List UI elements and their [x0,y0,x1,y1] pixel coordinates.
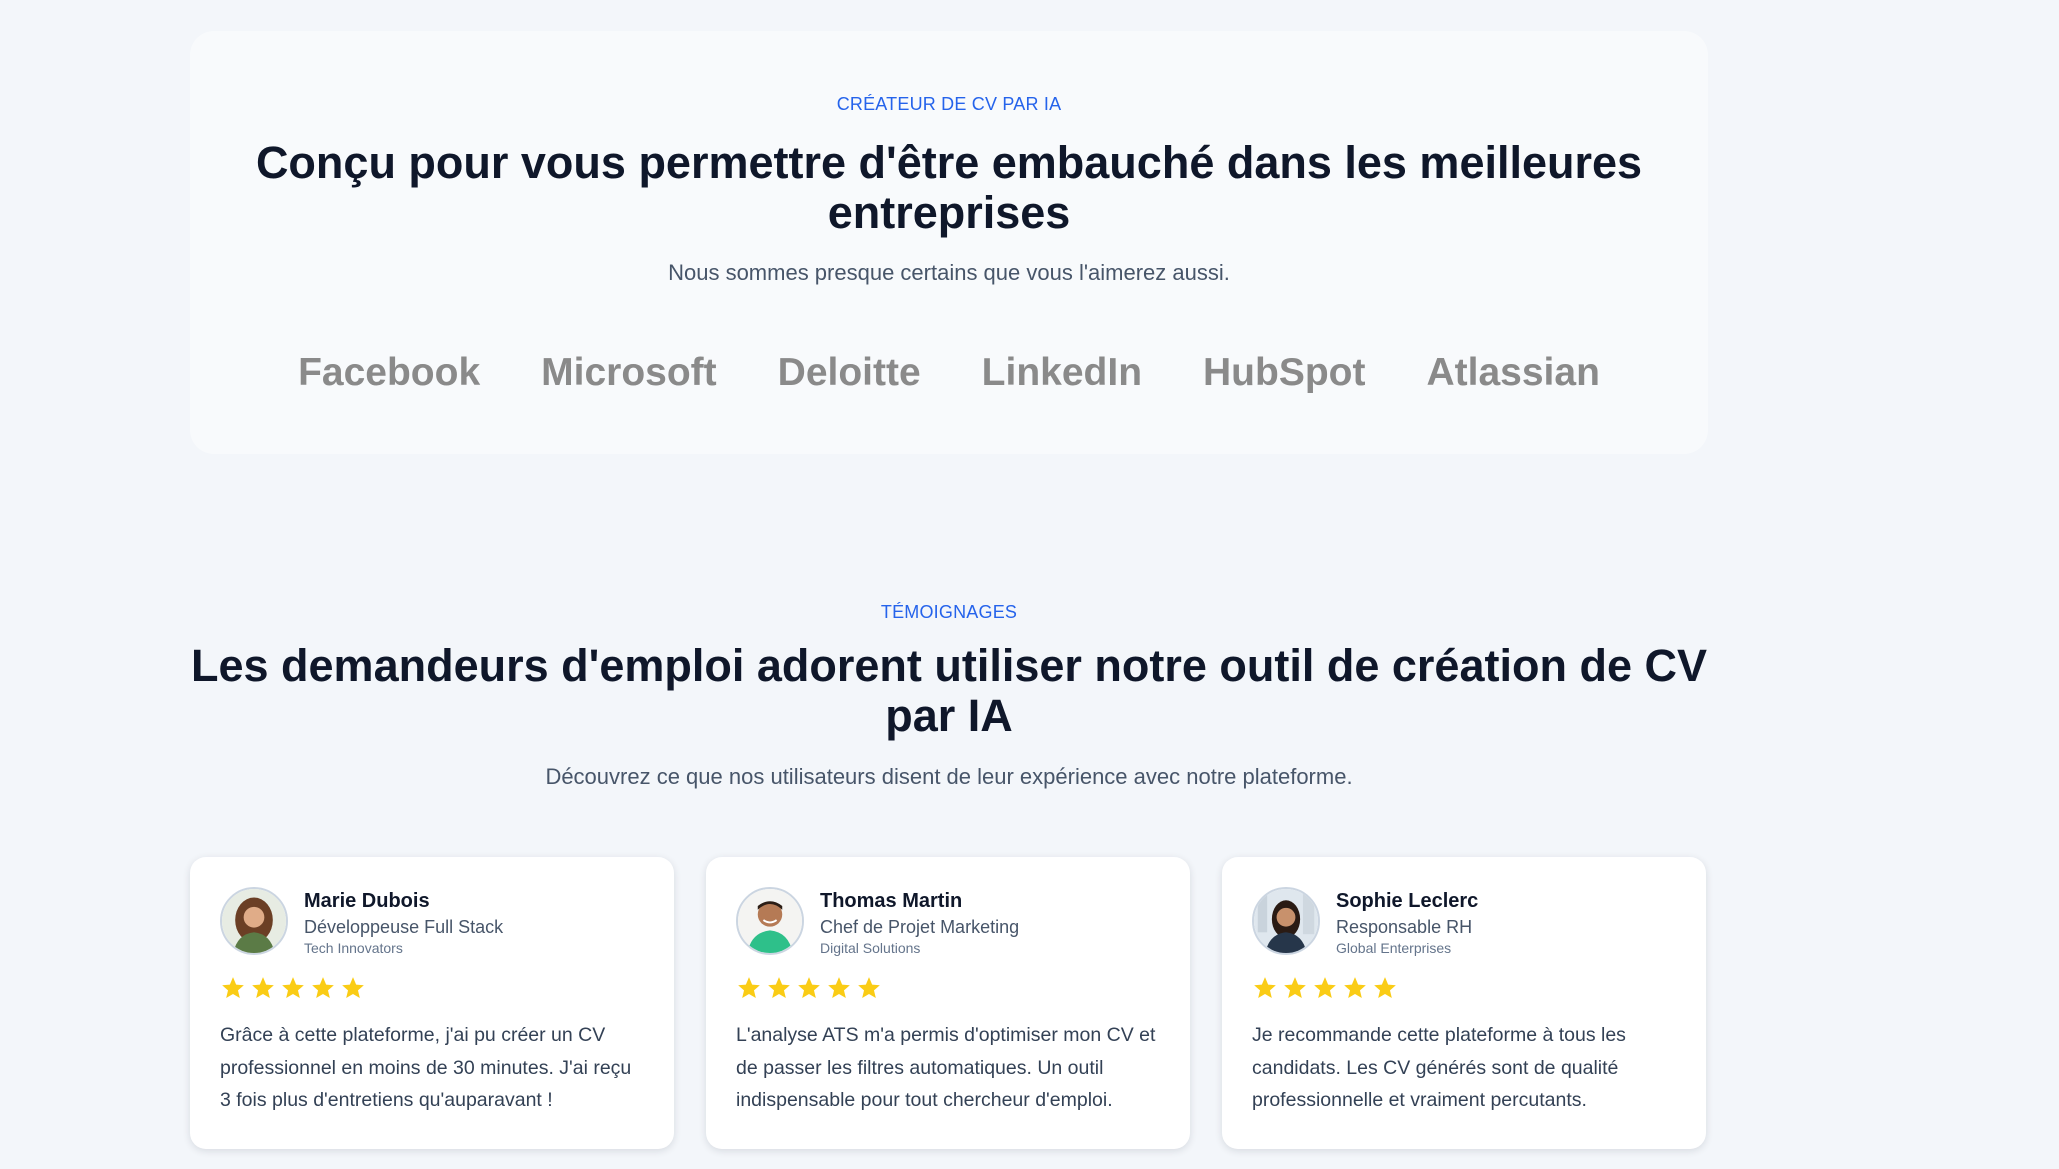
author-name: Marie Dubois [304,890,430,912]
testimonial-author: Sophie Leclerc Responsable RH Global Ent… [1252,887,1676,957]
author-company: Tech Innovators [304,940,403,956]
testimonials-section: TÉMOIGNAGES Les demandeurs d'emploi ador… [190,596,1708,1169]
star-icon [222,977,244,998]
section-title: Conçu pour vous permettre d'être embauch… [190,138,1708,238]
author-role: Chef de Projet Marketing [820,917,1020,937]
trusted-companies-section: CRÉATEUR DE CV PAR IA Conçu pour vous pe… [190,31,1708,454]
star-icon [1254,977,1276,998]
star-icon [312,977,334,998]
star-icon [1284,977,1306,998]
section-title-line-1: Conçu pour vous permettre d'être embauch… [255,137,1643,188]
section-title-line-2: entreprises [827,187,1071,238]
author-company: Global Enterprises [1336,940,1452,956]
testimonials-title: Les demandeurs d'emploi adorent utiliser… [190,641,1708,741]
section-eyebrow: CRÉATEUR DE CV PAR IA [836,94,1062,114]
testimonial-quote: Grâce à cette plateforme, j'ai pu créer … [220,1024,632,1111]
star-icon [252,977,274,998]
avatar-portrait-icon [1254,889,1318,953]
avatar-portrait-icon [738,889,802,953]
testimonial-card: Thomas Martin Chef de Projet Marketing D… [706,857,1190,1149]
star-icon [738,977,760,998]
testimonial-author: Marie Dubois Développeuse Full Stack Tec… [220,887,644,957]
avatar [220,887,288,955]
star-icon [828,977,850,998]
star-icon [342,977,364,998]
author-details: Sophie Leclerc Responsable RH Global Ent… [1336,887,1478,957]
company-logo-hubspot: HubSpot [1203,351,1366,394]
star-icon [1314,977,1336,998]
testimonial-card: Marie Dubois Développeuse Full Stack Tec… [190,857,674,1149]
avatar-portrait-icon [222,889,286,953]
testimonials-title-line-1: Les demandeurs d'emploi adorent utiliser… [191,640,1707,691]
star-rating [1252,975,1676,1001]
star-icon [1344,977,1366,998]
company-logo-facebook: Facebook [298,351,481,394]
avatar [736,887,804,955]
star-icon [1374,977,1396,998]
author-details: Marie Dubois Développeuse Full Stack Tec… [304,887,503,957]
testimonial-quote: L'analyse ATS m'a permis d'optimiser mon… [736,1024,1156,1111]
testimonial-author: Thomas Martin Chef de Projet Marketing D… [736,887,1160,957]
author-role: Développeuse Full Stack [304,917,504,937]
testimonials-subtitle: Découvrez ce que nos utilisateurs disent… [545,764,1353,789]
star-icon [798,977,820,998]
company-logo-list: Facebook Microsoft Deloitte LinkedIn Hub… [190,351,1708,395]
star-rating [736,975,1160,1001]
testimonial-card-list: Marie Dubois Développeuse Full Stack Tec… [190,857,1708,1149]
company-logo-microsoft: Microsoft [541,351,717,394]
author-company: Digital Solutions [820,940,921,956]
avatar [1252,887,1320,955]
author-name: Sophie Leclerc [1336,890,1479,912]
testimonials-eyebrow: TÉMOIGNAGES [880,602,1018,622]
section-subtitle: Nous sommes presque certains que vous l'… [668,260,1230,285]
testimonial-card: Sophie Leclerc Responsable RH Global Ent… [1222,857,1706,1149]
company-logo-deloitte: Deloitte [777,351,921,394]
star-icon [768,977,790,998]
author-name: Thomas Martin [820,890,963,912]
company-logo-linkedin: LinkedIn [981,351,1143,394]
testimonials-title-line-2: par IA [885,690,1013,741]
star-icon [858,977,880,998]
author-details: Thomas Martin Chef de Projet Marketing D… [820,887,1019,957]
author-role: Responsable RH [1336,917,1473,937]
testimonial-quote: Je recommande cette plateforme à tous le… [1252,1024,1626,1111]
star-rating [220,975,644,1001]
company-logo-atlassian: Atlassian [1426,351,1600,394]
star-icon [282,977,304,998]
